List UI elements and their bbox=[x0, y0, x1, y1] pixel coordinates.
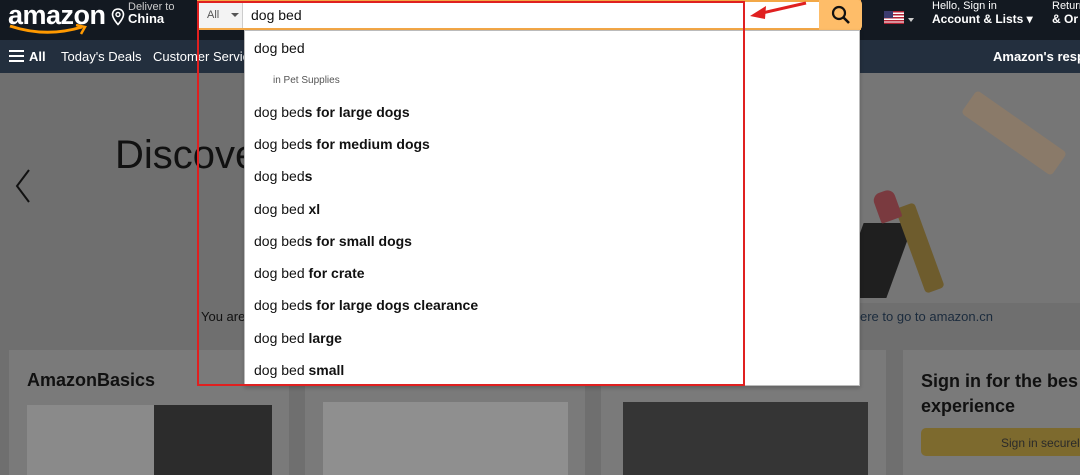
product-image bbox=[323, 402, 568, 475]
all-label: All bbox=[29, 49, 46, 64]
logo-smile-icon bbox=[9, 24, 87, 35]
returns-orders[interactable]: Return & Or bbox=[1052, 0, 1080, 26]
laptop-image bbox=[154, 405, 272, 475]
hamburger-icon bbox=[9, 50, 24, 62]
annotation-arrow-icon bbox=[750, 1, 807, 19]
flag-chevron-down-icon bbox=[908, 18, 914, 22]
signin-card: Sign in for the bes experience Sign in s… bbox=[903, 350, 1080, 475]
product-image bbox=[623, 402, 868, 475]
returns-label: Return bbox=[1052, 0, 1080, 12]
card-title: AmazonBasics bbox=[27, 370, 156, 390]
amazon-cn-link[interactable]: ere to go to amazon.cn bbox=[860, 309, 993, 324]
search-button[interactable] bbox=[819, 0, 862, 30]
nav-link-todays-deals[interactable]: Today's Deals bbox=[61, 49, 142, 64]
carousel-prev-icon[interactable] bbox=[14, 168, 32, 204]
us-flag-icon[interactable] bbox=[884, 11, 904, 24]
all-menu-button[interactable]: All bbox=[9, 49, 46, 64]
deliver-location: China bbox=[128, 11, 165, 26]
nav-promo-link[interactable]: Amazon's resp bbox=[993, 49, 1080, 64]
highlight-annotation-box bbox=[197, 1, 745, 386]
search-icon bbox=[831, 5, 850, 24]
location-pin-icon bbox=[111, 8, 125, 26]
signin-card-title: Sign in for the bes experience bbox=[921, 371, 1079, 416]
account-greeting: Hello, Sign in bbox=[932, 0, 997, 12]
account-label: Account & Lists ▾ bbox=[932, 12, 1033, 26]
signin-button[interactable]: Sign in securel bbox=[921, 428, 1080, 456]
orders-label: & Or bbox=[1052, 12, 1079, 26]
account-lists[interactable]: Hello, Sign in Account & Lists ▾ bbox=[932, 0, 1033, 26]
